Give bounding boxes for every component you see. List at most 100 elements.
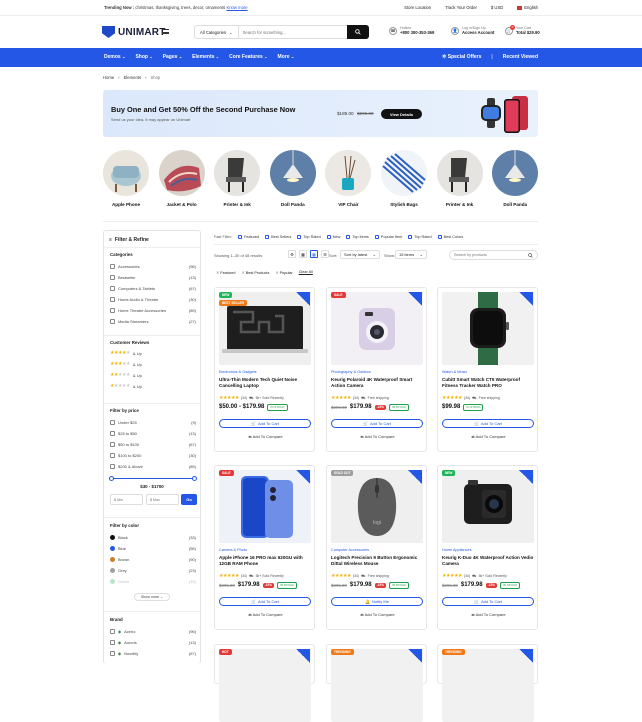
price-slider-min-handle[interactable] — [109, 476, 114, 481]
fast-filter-chip[interactable]: Top Rated — [297, 235, 321, 239]
fast-filter-chip[interactable]: Featured — [237, 235, 259, 239]
checkbox[interactable] — [110, 308, 115, 313]
cart[interactable]: 🛒 0 Your Cart Total $29.90 — [505, 24, 540, 35]
nav-item-demos[interactable]: Demos ⌄ — [104, 54, 125, 60]
rating-filter[interactable]: ★★★★★ & Up — [110, 350, 196, 356]
grid-3-icon[interactable]: ▦ — [310, 250, 318, 258]
add-to-cart-button[interactable]: 🛒 Add To Cart — [442, 597, 534, 606]
checkbox[interactable] — [110, 442, 115, 447]
color-filter[interactable]: Grey (23) — [110, 568, 196, 573]
checkbox[interactable] — [110, 275, 115, 280]
product-category[interactable]: Photography & Outdoor — [331, 370, 371, 374]
product-category[interactable]: Computer Accessories — [331, 548, 369, 552]
wishlist-corner-icon[interactable] — [296, 649, 310, 663]
breadcrumb-home[interactable]: Home — [103, 75, 114, 80]
wishlist-corner-icon[interactable] — [519, 292, 533, 306]
product-card[interactable]: NEW Home Appliances Keurig K-Duo 4K Waterp… — [437, 465, 538, 630]
search-icon[interactable] — [528, 252, 533, 258]
product-search-input[interactable] — [454, 253, 524, 257]
rating-filter[interactable]: ★★★★★ & Up — [110, 383, 196, 389]
checkbox[interactable] — [110, 420, 115, 425]
checkbox[interactable] — [110, 264, 115, 269]
add-to-compare-link[interactable]: ⇄ Add To Compare — [438, 434, 539, 439]
close-icon[interactable]: ✕ — [241, 271, 244, 275]
filter-view-icon[interactable]: ⚙ — [288, 250, 296, 258]
product-card[interactable]: Watch & Music Cubitt Smart Watch CT5 Wate… — [437, 287, 538, 452]
active-filter-tag[interactable]: ✕ Popular — [275, 270, 292, 275]
product-card[interactable]: HOT — [214, 644, 315, 722]
wishlist-corner-icon[interactable] — [519, 470, 533, 484]
nav-item-elements[interactable]: Elements ⌄ — [192, 54, 219, 60]
product-card[interactable]: TRENDING — [326, 644, 427, 722]
close-icon[interactable]: ✕ — [216, 271, 219, 275]
price-filter[interactable]: $25 to $50 (13) — [110, 431, 196, 436]
category-jacket-polo[interactable]: Jacket & Polo — [158, 150, 205, 207]
fast-filter-chip[interactable]: Popular Item — [374, 235, 402, 239]
product-category[interactable]: Watch & Music — [442, 370, 467, 374]
checkbox[interactable] — [110, 453, 115, 458]
fast-filter-chip[interactable]: Best Colors — [437, 235, 463, 239]
add-to-cart-button[interactable]: 🛒 Add To Cart — [442, 419, 534, 428]
checkbox[interactable] — [110, 319, 115, 324]
product-title[interactable]: Apple iPhone 16 PRO max 620GU with 12GB … — [219, 555, 311, 567]
grid-2-icon[interactable]: ▦ — [299, 250, 307, 258]
know-more-link[interactable]: Know more — [226, 5, 247, 10]
rating-filter[interactable]: ★★★★★ & Up — [110, 372, 196, 378]
nav-item-more[interactable]: More ⌄ — [278, 54, 295, 60]
product-title[interactable]: Ultra-Thin Modern Tech Quiet Noise Cance… — [219, 377, 311, 389]
product-card[interactable]: NEW BEST SELLER Electronics & Gadgets Ultra… — [214, 287, 315, 452]
checkbox[interactable] — [110, 640, 115, 645]
fast-filter-chip[interactable]: Top Rated — [408, 235, 432, 239]
product-card[interactable]: SALE Camera & Photo Apple iPhone 16 PRO ma… — [214, 465, 315, 630]
logo[interactable]: UNIMART — [102, 26, 166, 38]
currency-select[interactable]: $ USD — [491, 5, 503, 10]
price-filter[interactable]: $50 to $100 (67) — [110, 442, 196, 447]
wishlist-corner-icon[interactable] — [296, 470, 310, 484]
search-button[interactable] — [347, 25, 369, 39]
price-filter[interactable]: Under $25 (9) — [110, 420, 196, 425]
product-card[interactable]: logi SOLD OUT Computer Accessories Logitech… — [326, 465, 427, 630]
category-doll-panda[interactable]: Doll Panda — [492, 150, 539, 207]
active-filter-tag[interactable]: ✕ Featured — [216, 270, 235, 275]
category-stylish-bags[interactable]: Stylish Bags — [381, 150, 427, 207]
menu-icon[interactable] — [162, 29, 169, 34]
fast-filter-chip[interactable]: Best Sellers — [265, 235, 291, 239]
add-to-cart-button[interactable]: 🛒 Add To Cart — [331, 419, 423, 428]
list-view-icon[interactable]: ☰ — [321, 250, 329, 258]
checkbox[interactable] — [110, 629, 115, 634]
category-doll-panda[interactable]: Doll Panda — [269, 150, 316, 207]
notify-me-button[interactable]: 🔔 Notify Me — [331, 597, 423, 606]
language-select[interactable]: English — [517, 5, 538, 10]
product-title[interactable]: Keurig K-Duo 4K Waterproof Action Vedio … — [442, 555, 534, 567]
min-price-input[interactable] — [110, 494, 143, 505]
nav-item-shop[interactable]: Shop ⌄ — [135, 54, 152, 60]
go-button[interactable]: Go — [181, 494, 197, 505]
brand-filter[interactable]: ◆ Novelify (67) — [110, 651, 196, 656]
price-slider-max-handle[interactable] — [192, 476, 197, 481]
add-to-compare-link[interactable]: ⇄ Add To Compare — [327, 434, 428, 439]
recent-viewed-link[interactable]: Recent Viewed — [503, 54, 538, 60]
wishlist-corner-icon[interactable] — [408, 649, 422, 663]
hotline[interactable]: ☎ Hotline +800 300-353-369 — [389, 26, 434, 35]
add-to-compare-link[interactable]: ⇄ Add To Compare — [438, 612, 539, 617]
product-card[interactable]: TRENDING — [437, 644, 538, 722]
checkbox[interactable] — [110, 297, 115, 302]
color-filter[interactable]: Black (33) — [110, 535, 196, 540]
category-apple-phone[interactable]: Apple Phone — [103, 150, 149, 207]
checkbox[interactable] — [110, 431, 115, 436]
color-filter[interactable]: Blue (56) — [110, 546, 196, 551]
category-filter[interactable]: Computers & Tablets (67) — [110, 286, 196, 291]
checkbox[interactable] — [110, 464, 115, 469]
account[interactable]: 👤 Log in/Sign Up Access Account — [451, 26, 494, 35]
special-offers-link[interactable]: ✲ Special Offers — [442, 54, 481, 60]
checkbox[interactable] — [110, 286, 115, 291]
fast-filter-chip[interactable]: Top Items — [346, 235, 369, 239]
category-printer-ink[interactable]: Printer & Ink — [214, 150, 261, 207]
max-price-input[interactable] — [146, 494, 179, 505]
active-filter-tag[interactable]: ✕ Best Products — [241, 270, 269, 275]
brand-filter[interactable]: ◆ Acerio (96) — [110, 629, 196, 634]
view-details-button[interactable]: View Details — [381, 109, 422, 119]
wishlist-corner-icon[interactable] — [408, 470, 422, 484]
price-slider-track[interactable] — [110, 478, 195, 480]
wishlist-corner-icon[interactable] — [296, 292, 310, 306]
